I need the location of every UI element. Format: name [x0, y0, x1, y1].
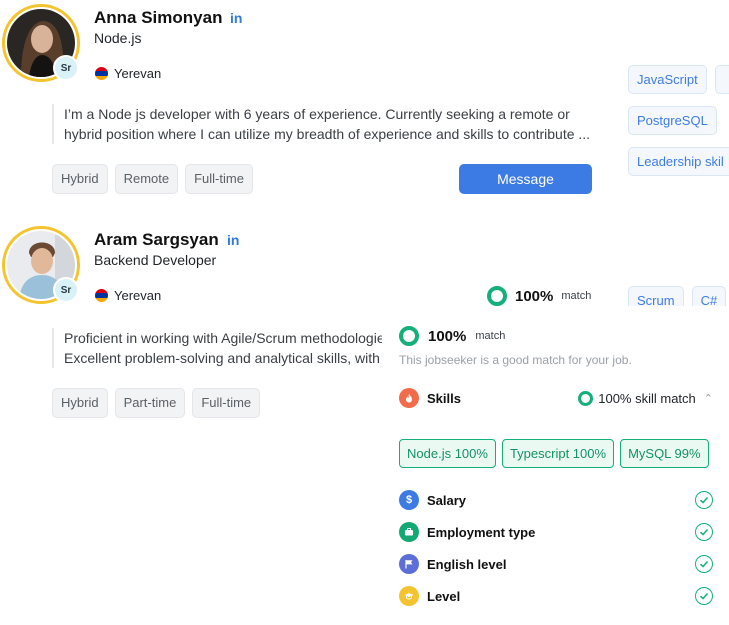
match-percent: 100%: [515, 287, 554, 305]
chevron-up-icon[interactable]: ⌃: [704, 392, 713, 405]
armenia-flag-icon: [95, 67, 108, 80]
bio-line: Excellent problem-solving and analytical…: [64, 350, 382, 366]
skills-list: JavaScript PostgreSQL Leadership skil: [628, 65, 729, 180]
criteria-row-salary: $ Salary: [399, 490, 713, 510]
bio-line: Proficient in working with Agile/Scrum m…: [64, 330, 382, 346]
dollar-icon: $: [399, 490, 419, 510]
matched-skill-tag: Typescript 100%: [501, 439, 615, 468]
location: Yerevan: [95, 66, 161, 81]
match-popover: 100% match This jobseeker is a good matc…: [383, 306, 729, 625]
location: Yerevan: [95, 288, 161, 303]
check-icon: [695, 587, 713, 605]
check-icon: [695, 491, 713, 509]
match-word: match: [475, 330, 506, 342]
criteria-row-level: Level: [399, 586, 713, 606]
work-type-tag: Hybrid: [52, 164, 108, 194]
criteria-label: Level: [427, 588, 461, 604]
location-label: Yerevan: [114, 66, 162, 81]
skill-tag: Leadership skil: [628, 147, 729, 176]
candidate-bio: I’m a Node js developer with 6 years of …: [52, 104, 612, 144]
fire-icon: [399, 388, 419, 408]
criteria-row-english-level: English level: [399, 554, 713, 574]
work-type-tag: Hybrid: [52, 388, 108, 418]
matched-skill-tag: MySQL 99%: [620, 439, 709, 468]
briefcase-icon: [399, 522, 419, 542]
candidate-role: Node.js: [94, 30, 142, 46]
criteria-row-employment-type: Employment type: [399, 522, 713, 542]
match-ring-icon: [399, 326, 419, 346]
linkedin-icon[interactable]: in: [227, 233, 241, 247]
bio-line: hybrid position where I can utilize my b…: [64, 126, 591, 142]
match-indicator[interactable]: 100% match: [487, 286, 591, 306]
work-type-tags: Hybrid Remote Full-time: [52, 164, 253, 194]
work-type-tag: Remote: [114, 164, 179, 194]
seniority-badge: Sr: [53, 55, 79, 81]
candidate-name[interactable]: Anna Simonyan: [94, 8, 222, 28]
candidate-role: Backend Developer: [94, 252, 217, 268]
check-icon: [695, 555, 713, 573]
skill-tag: JavaScript: [628, 65, 707, 94]
skill-match-summary: 100% skill match ⌃: [578, 390, 713, 406]
criteria-label: Salary: [427, 492, 467, 508]
linkedin-icon[interactable]: in: [230, 11, 244, 25]
matched-skill-tags: Node.js 100% Typescript 100% MySQL 99%: [399, 439, 709, 468]
avatar[interactable]: Sr: [2, 226, 80, 304]
work-type-tag: Part-time: [114, 388, 186, 418]
check-icon: [695, 523, 713, 541]
match-ring-icon: [487, 286, 507, 306]
message-button[interactable]: Message: [459, 164, 592, 194]
skill-match-text: 100% skill match: [598, 390, 696, 406]
popover-subtitle: This jobseeker is a good match for your …: [399, 353, 632, 367]
candidate-bio: Proficient in working with Agile/Scrum m…: [52, 328, 382, 368]
skill-match-ring-icon: [578, 390, 594, 406]
armenia-flag-icon: [95, 289, 108, 302]
criteria-label: Employment type: [427, 524, 536, 540]
bio-line: I’m a Node js developer with 6 years of …: [64, 106, 570, 122]
flag-icon: [399, 554, 419, 574]
graduation-cap-icon: [399, 586, 419, 606]
skill-tag: PostgreSQL: [628, 106, 717, 135]
skills-section-toggle[interactable]: Skills 100% skill match ⌃: [399, 388, 713, 408]
match-word: match: [561, 290, 592, 302]
popover-header: 100% match: [399, 326, 505, 346]
seniority-badge: Sr: [53, 277, 79, 303]
match-percent: 100%: [428, 327, 467, 345]
work-type-tags: Hybrid Part-time Full-time: [52, 388, 261, 418]
criteria-label: English level: [427, 556, 507, 572]
skills-label: Skills: [427, 390, 461, 406]
skill-tag: [714, 65, 729, 94]
work-type-tag: Full-time: [192, 388, 261, 418]
avatar[interactable]: Sr: [2, 4, 80, 82]
location-label: Yerevan: [114, 288, 162, 303]
matched-skill-tag: Node.js 100%: [399, 439, 496, 468]
work-type-tag: Full-time: [185, 164, 253, 194]
candidate-name[interactable]: Aram Sargsyan: [94, 230, 219, 250]
